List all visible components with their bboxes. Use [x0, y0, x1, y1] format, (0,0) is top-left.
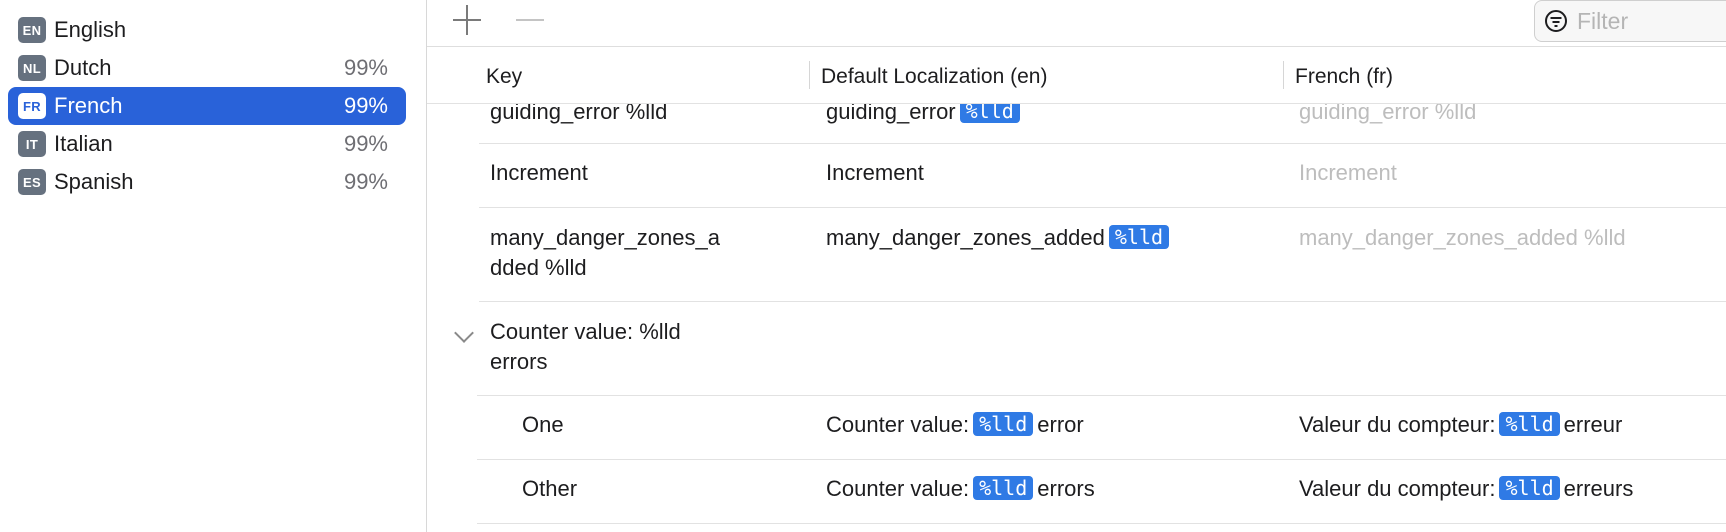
table-row[interactable]: Increment Increment Increment: [427, 144, 1726, 208]
key-cell: guiding_error %lld: [490, 104, 668, 124]
language-item-french[interactable]: FR French 99%: [8, 87, 406, 125]
language-code-badge: IT: [18, 131, 46, 157]
language-name: Spanish: [54, 169, 134, 194]
format-specifier-token: %lld: [959, 104, 1020, 123]
plural-variant-key: Other: [522, 476, 578, 501]
key-cell: Counter value: %lld errors: [490, 319, 681, 374]
french-cell[interactable]: Increment: [1299, 158, 1397, 188]
language-code-badge: FR: [18, 93, 46, 119]
french-cell[interactable]: Valeur du compteur: %lld erreur: [1299, 410, 1622, 440]
toolbar: [427, 0, 1726, 47]
language-item-english[interactable]: EN English: [8, 11, 406, 49]
plural-variant-key: One: [522, 412, 564, 437]
language-sidebar: EN English NL Dutch 99% FR French 99% IT…: [0, 0, 427, 532]
language-progress: 99%: [343, 131, 388, 156]
format-specifier-token: %lld: [1108, 225, 1170, 249]
format-specifier-token: %lld: [1499, 412, 1560, 436]
add-button[interactable]: [447, 0, 487, 40]
format-specifier-token: %lld: [973, 476, 1034, 500]
column-header-french[interactable]: French (fr): [1295, 65, 1393, 89]
default-localization-cell: guiding_error %lld: [826, 104, 1024, 127]
key-cell: Increment: [490, 160, 588, 185]
language-name: English: [54, 17, 127, 42]
language-progress: 99%: [343, 169, 388, 194]
filter-icon: [1545, 10, 1567, 32]
plural-variant-row[interactable]: One Counter value: %lld error Valeur du co…: [427, 396, 1726, 460]
minus-icon: [516, 19, 544, 21]
language-code-badge: EN: [18, 17, 46, 43]
plural-variant-row[interactable]: Other Counter value: %lld errors Valeur du…: [427, 460, 1726, 524]
plural-group-row[interactable]: Counter value: %lld errors: [427, 302, 1726, 396]
column-divider[interactable]: [809, 61, 810, 89]
row-divider: [477, 523, 1726, 524]
remove-button[interactable]: [510, 0, 550, 40]
table-row[interactable]: many_danger_zones_a dded %lld many_danger…: [427, 208, 1726, 302]
default-localization-cell: many_danger_zones_added %lld: [826, 223, 1173, 253]
strings-table: guiding_error %lld guiding_error %lld gui…: [427, 104, 1726, 532]
french-cell[interactable]: many_danger_zones_added %lld: [1299, 223, 1626, 253]
language-item-italian[interactable]: IT Italian 99%: [8, 125, 406, 163]
language-name: Dutch: [54, 55, 112, 80]
french-cell[interactable]: guiding_error %lld: [1299, 104, 1476, 127]
chevron-down-icon[interactable]: [454, 323, 474, 343]
table-header: Key Default Localization (en) French (fr…: [427, 47, 1726, 104]
format-specifier-token: %lld: [1499, 476, 1560, 500]
french-cell[interactable]: Valeur du compteur: %lld erreurs: [1299, 474, 1633, 504]
default-localization-cell: Increment: [826, 160, 924, 185]
language-progress: 99%: [343, 93, 388, 118]
language-code-badge: ES: [18, 169, 46, 195]
default-localization-cell: Counter value: %lld error: [826, 412, 1084, 437]
table-row[interactable]: guiding_error %lld guiding_error %lld gui…: [427, 104, 1726, 144]
language-name: French: [54, 93, 123, 118]
column-divider[interactable]: [1283, 61, 1284, 89]
language-item-dutch[interactable]: NL Dutch 99%: [8, 49, 406, 87]
filter-field[interactable]: [1534, 0, 1726, 42]
format-specifier-token: %lld: [973, 412, 1034, 436]
key-cell: many_danger_zones_a dded %lld: [490, 225, 720, 280]
column-header-default-localization[interactable]: Default Localization (en): [821, 65, 1047, 89]
language-code-badge: NL: [18, 55, 46, 81]
default-localization-cell: Counter value: %lld errors: [826, 476, 1095, 501]
filter-input[interactable]: [1575, 6, 1719, 36]
language-name: Italian: [54, 131, 113, 156]
language-item-spanish[interactable]: ES Spanish 99%: [8, 163, 406, 201]
language-progress: 99%: [343, 55, 388, 80]
column-header-key[interactable]: Key: [486, 65, 522, 89]
